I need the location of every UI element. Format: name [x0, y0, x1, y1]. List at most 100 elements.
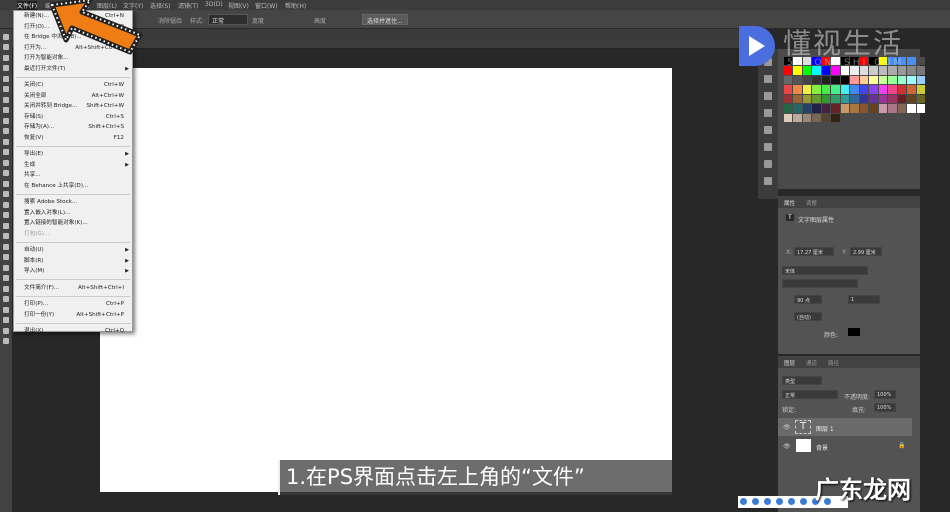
select-and-mask-button[interactable]: 选择并遮住...: [362, 14, 408, 25]
tab-paths[interactable]: 路径: [828, 359, 839, 367]
file-menu-item[interactable]: 关闭(C) Ctrl+W: [14, 80, 132, 91]
menu-10[interactable]: 帮助(H): [285, 1, 306, 10]
color-swatch[interactable]: [897, 94, 907, 104]
layer-row-text[interactable]: 👁 T 图层 1: [778, 418, 912, 436]
font-size-field[interactable]: 90 点: [794, 295, 822, 304]
tab-channels[interactable]: 通道: [806, 359, 817, 367]
color-swatch[interactable]: [840, 85, 850, 94]
color-swatch[interactable]: [888, 104, 897, 113]
color-swatch[interactable]: [812, 85, 821, 94]
color-swatch[interactable]: [784, 104, 793, 113]
tool-icon[interactable]: [3, 254, 9, 260]
tool-icon[interactable]: [3, 96, 9, 103]
color-swatch[interactable]: [840, 104, 850, 113]
tool-icon[interactable]: [3, 317, 9, 323]
fill-field[interactable]: 100%: [874, 403, 896, 412]
color-swatch[interactable]: [888, 85, 897, 94]
color-swatch[interactable]: [850, 104, 859, 113]
color-swatch[interactable]: [907, 85, 916, 94]
color-swatch[interactable]: [831, 85, 840, 94]
font-style-select[interactable]: [782, 279, 858, 288]
color-swatch[interactable]: [878, 94, 888, 104]
file-menu-item[interactable]: 打印一份(Y) Alt+Shift+Ctrl+P: [14, 310, 132, 321]
tool-icon[interactable]: [3, 138, 9, 145]
opacity-field[interactable]: 100%: [874, 390, 896, 399]
file-menu-item[interactable]: 导入(M) ▶: [14, 266, 132, 277]
color-swatch[interactable]: [812, 113, 821, 123]
color-swatch[interactable]: [897, 85, 907, 94]
style-select[interactable]: 正常: [208, 14, 248, 25]
file-menu-item[interactable]: 文件简介(F)... Alt+Shift+Ctrl+I: [14, 283, 132, 294]
file-menu-item[interactable]: 在 Behance 上共享(D)...: [14, 181, 132, 192]
color-swatch[interactable]: [916, 85, 926, 94]
file-menu-item[interactable]: 关闭全部 Alt+Ctrl+W: [14, 91, 132, 102]
tab-properties[interactable]: 属性: [784, 199, 795, 207]
color-swatch[interactable]: [812, 104, 821, 113]
tool-icon[interactable]: [3, 222, 9, 229]
color-swatch[interactable]: [878, 104, 888, 113]
color-swatch[interactable]: [907, 94, 916, 104]
color-swatch[interactable]: [897, 104, 907, 113]
tool-icon[interactable]: [3, 264, 9, 271]
file-menu-item[interactable]: 存储为(A)... Shift+Ctrl+S: [14, 122, 132, 133]
x-field[interactable]: 17.27 厘米: [794, 247, 834, 256]
tool-icon[interactable]: [3, 65, 9, 71]
tool-icon[interactable]: [3, 107, 9, 113]
color-swatch[interactable]: [878, 85, 888, 94]
file-menu-item[interactable]: 置入链接的智能对象(K)...: [14, 218, 132, 229]
tool-icon[interactable]: [3, 306, 9, 313]
color-swatch[interactable]: [859, 104, 869, 113]
color-swatch[interactable]: [793, 113, 802, 123]
file-menu-item[interactable]: 存储(S) Ctrl+S: [14, 112, 132, 123]
menu-6[interactable]: 滤镜(T): [178, 1, 198, 10]
file-menu-item[interactable]: 共享...: [14, 170, 132, 181]
color-swatch[interactable]: [859, 94, 869, 104]
menu-8[interactable]: 视图(V): [228, 1, 249, 10]
color-swatch[interactable]: [869, 94, 878, 104]
tool-icon[interactable]: [3, 117, 9, 124]
color-swatch[interactable]: [793, 85, 802, 94]
tool-icon[interactable]: [3, 275, 9, 281]
color-swatch[interactable]: [802, 113, 812, 123]
color-swatch[interactable]: [850, 85, 859, 94]
color-swatch[interactable]: [916, 104, 926, 113]
tool-icon[interactable]: [3, 149, 9, 155]
layer-row-background[interactable]: 👁 背景 🔒: [778, 437, 912, 455]
file-menu-item[interactable]: 关闭并转到 Bridge... Shift+Ctrl+W: [14, 101, 132, 112]
menu-9[interactable]: 窗口(W): [255, 1, 278, 10]
font-family-select[interactable]: 宋体: [782, 266, 868, 275]
tool-icon[interactable]: [3, 44, 9, 50]
eye-icon[interactable]: 👁: [783, 424, 791, 431]
color-swatch[interactable]: [916, 94, 926, 104]
color-swatch[interactable]: [784, 113, 793, 123]
color-swatch[interactable]: [869, 104, 878, 113]
tool-icon[interactable]: [3, 75, 9, 82]
text-color-swatch[interactable]: [848, 328, 860, 336]
color-swatch[interactable]: [888, 94, 897, 104]
color-swatch[interactable]: [831, 113, 840, 123]
layer-filter-select[interactable]: 类型: [782, 376, 822, 385]
tool-icon[interactable]: [3, 338, 9, 344]
leading-field[interactable]: (自动): [794, 312, 822, 321]
tool-icon[interactable]: [3, 212, 9, 218]
color-swatch[interactable]: [821, 104, 831, 113]
tool-icon[interactable]: [3, 327, 9, 334]
menu-0[interactable]: 文件(F): [17, 1, 38, 10]
file-menu-item[interactable]: 生成 ▶: [14, 160, 132, 171]
tool-icon[interactable]: [3, 296, 9, 302]
color-swatch[interactable]: [831, 94, 840, 104]
color-swatch[interactable]: [812, 94, 821, 104]
file-menu-item[interactable]: 导出(E) ▶: [14, 149, 132, 160]
tool-icon[interactable]: [3, 191, 9, 197]
color-swatch[interactable]: [784, 85, 793, 94]
color-swatch[interactable]: [802, 85, 812, 94]
color-swatch[interactable]: [821, 113, 831, 123]
color-swatch[interactable]: [821, 85, 831, 94]
tab-adjustments[interactable]: 调整: [806, 199, 817, 207]
file-menu-item[interactable]: 退出(X) Ctrl+Q: [14, 326, 132, 337]
color-swatch[interactable]: [784, 94, 793, 104]
blend-mode-select[interactable]: 正常: [782, 390, 838, 399]
tool-icon[interactable]: [3, 86, 9, 92]
color-swatch[interactable]: [793, 94, 802, 104]
file-menu-item[interactable]: 搜索 Adobe Stock...: [14, 197, 132, 208]
